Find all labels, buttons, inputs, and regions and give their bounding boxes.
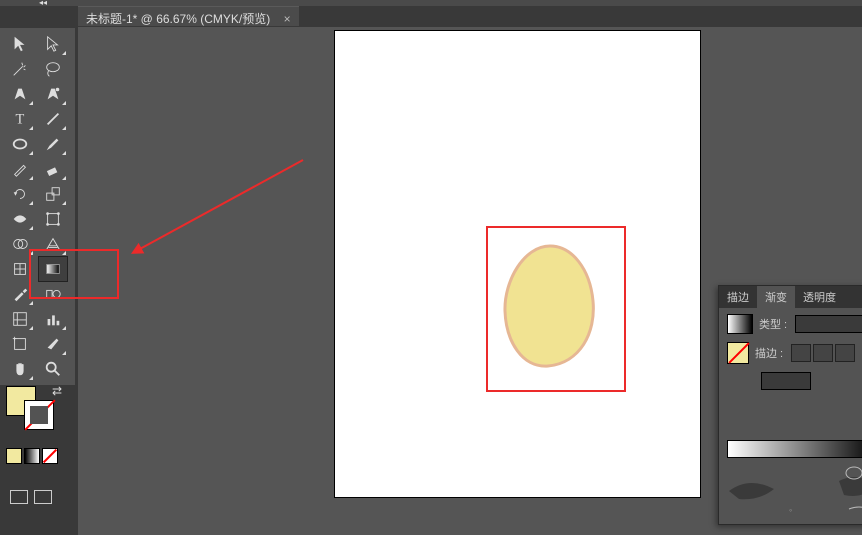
gradient-panel: 描边 渐变 透明度 类型 : 描边 : ◦ bbox=[718, 285, 862, 525]
stroke-apply-within-icon[interactable] bbox=[791, 344, 811, 362]
magic-wand-tool[interactable] bbox=[6, 57, 34, 81]
pen-tool[interactable] bbox=[6, 82, 34, 106]
hand-tool[interactable] bbox=[6, 357, 34, 381]
rotate-tool[interactable] bbox=[6, 182, 34, 206]
column-graph-tool[interactable] bbox=[39, 307, 67, 331]
annotation-rect-canvas bbox=[486, 226, 626, 392]
gradient-preview-swatch[interactable] bbox=[727, 314, 753, 334]
scale-tool[interactable] bbox=[39, 182, 67, 206]
document-tab-title: 未标题-1* @ 66.67% (CMYK/预览) bbox=[86, 12, 270, 26]
gradient-slider[interactable] bbox=[727, 440, 862, 458]
gradient-stroke-swatch[interactable] bbox=[727, 342, 749, 364]
curvature-pen-tool[interactable] bbox=[39, 82, 67, 106]
paintbrush-tool[interactable] bbox=[39, 132, 67, 156]
tab-stroke[interactable]: 描边 bbox=[719, 286, 757, 308]
eraser-tool[interactable] bbox=[39, 157, 67, 181]
panel-footer-decor: ◦ bbox=[719, 461, 862, 521]
expand-panels-icon[interactable]: ◂◂ bbox=[38, 0, 48, 6]
zoom-tool[interactable] bbox=[39, 357, 67, 381]
toolbox: T bbox=[0, 28, 75, 385]
document-tab[interactable]: 未标题-1* @ 66.67% (CMYK/预览) × bbox=[78, 6, 299, 26]
type-tool[interactable]: T bbox=[6, 107, 34, 131]
gradient-panel-tabs: 描边 渐变 透明度 bbox=[719, 286, 862, 308]
color-mode-solid[interactable] bbox=[6, 448, 22, 464]
stroke-apply-along-icon[interactable] bbox=[813, 344, 833, 362]
color-mode-gradient[interactable] bbox=[24, 448, 40, 464]
type-label: 类型 : bbox=[759, 316, 789, 332]
color-mode-none[interactable] bbox=[42, 448, 58, 464]
screen-mode-row bbox=[10, 490, 52, 504]
width-tool[interactable] bbox=[6, 207, 34, 231]
svg-text:◦: ◦ bbox=[789, 505, 792, 515]
lasso-tool[interactable] bbox=[39, 57, 67, 81]
document-tabs: 未标题-1* @ 66.67% (CMYK/预览) × bbox=[78, 6, 299, 28]
direct-selection-tool[interactable] bbox=[39, 32, 67, 56]
screen-mode-full[interactable] bbox=[34, 490, 52, 504]
free-transform-tool[interactable] bbox=[39, 207, 67, 231]
screen-mode-normal[interactable] bbox=[10, 490, 28, 504]
close-icon[interactable]: × bbox=[284, 12, 291, 26]
color-mode-row bbox=[6, 448, 58, 464]
pencil-tool[interactable] bbox=[6, 157, 34, 181]
stroke-swatch[interactable] bbox=[24, 400, 54, 430]
fill-stroke-swatch[interactable] bbox=[6, 386, 54, 428]
artboard-tool[interactable] bbox=[6, 332, 34, 356]
tab-transparency[interactable]: 透明度 bbox=[795, 286, 844, 308]
annotation-arrow bbox=[118, 155, 308, 265]
tab-gradient[interactable]: 渐变 bbox=[757, 286, 795, 308]
gradient-panel-body: 类型 : 描边 : bbox=[719, 308, 862, 464]
gradient-type-dropdown[interactable] bbox=[795, 315, 862, 333]
line-segment-tool[interactable] bbox=[39, 107, 67, 131]
stroke-apply-across-icon[interactable] bbox=[835, 344, 855, 362]
swap-fill-stroke-icon[interactable]: ⇄ bbox=[52, 384, 62, 398]
symbol-sprayer-tool[interactable] bbox=[6, 307, 34, 331]
rectangle-tool[interactable] bbox=[6, 132, 34, 156]
annotation-rect-toolbox bbox=[29, 249, 119, 299]
slice-tool[interactable] bbox=[39, 332, 67, 356]
stroke-label: 描边 : bbox=[755, 345, 785, 361]
selection-tool[interactable] bbox=[6, 32, 34, 56]
gradient-angle-input[interactable] bbox=[761, 372, 811, 390]
svg-text:T: T bbox=[16, 112, 25, 128]
